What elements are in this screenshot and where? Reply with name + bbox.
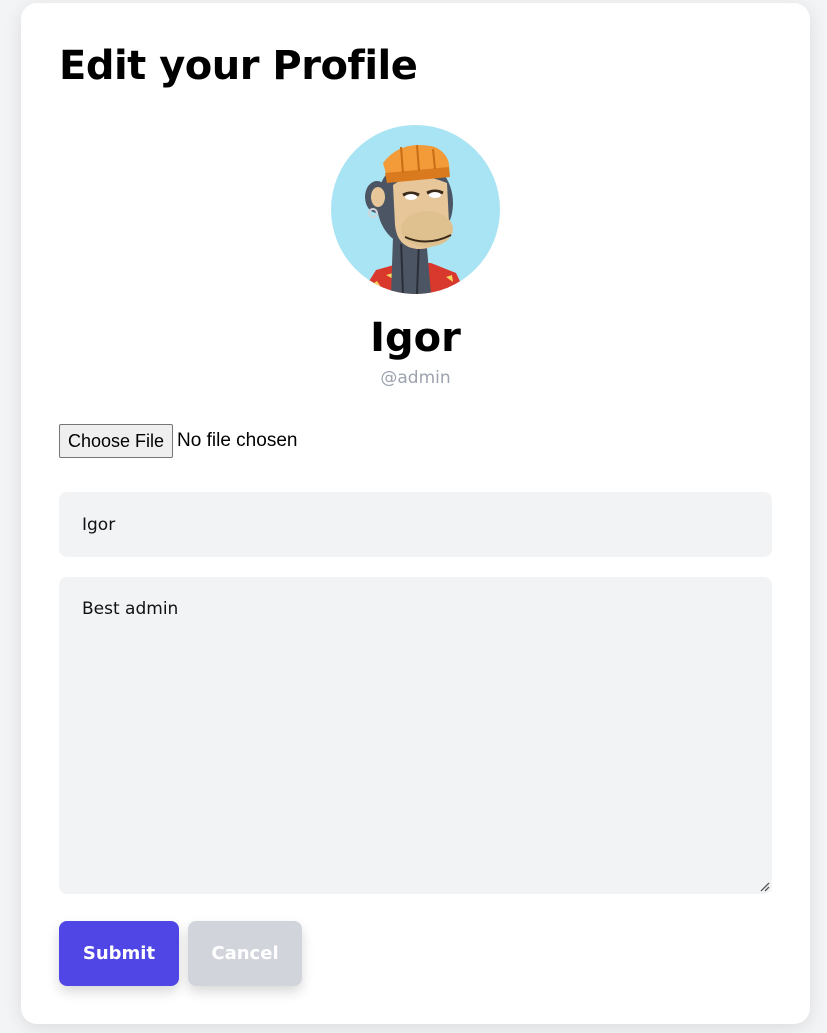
avatar [331, 125, 500, 294]
edit-profile-card: Edit your Profile Igor @admin Choose Fil… [21, 3, 810, 1024]
avatar-file-input[interactable]: Choose File No file chosen [59, 424, 297, 458]
name-field-value: Igor [82, 514, 116, 535]
choose-file-button[interactable]: Choose File [59, 424, 174, 458]
bored-ape-avatar-icon [361, 144, 466, 294]
cancel-button[interactable]: Cancel [188, 921, 302, 986]
profile-display-name: Igor [370, 315, 461, 361]
name-field[interactable]: Igor [59, 492, 772, 557]
submit-button[interactable]: Submit [59, 921, 179, 986]
file-status-label: No file chosen [177, 430, 298, 451]
bio-textarea-value: Best admin [82, 599, 179, 619]
profile-handle: @admin [380, 368, 451, 388]
bio-textarea[interactable]: Best admin [59, 577, 772, 894]
page-title: Edit your Profile [59, 43, 418, 89]
resize-handle-icon[interactable] [758, 880, 770, 892]
